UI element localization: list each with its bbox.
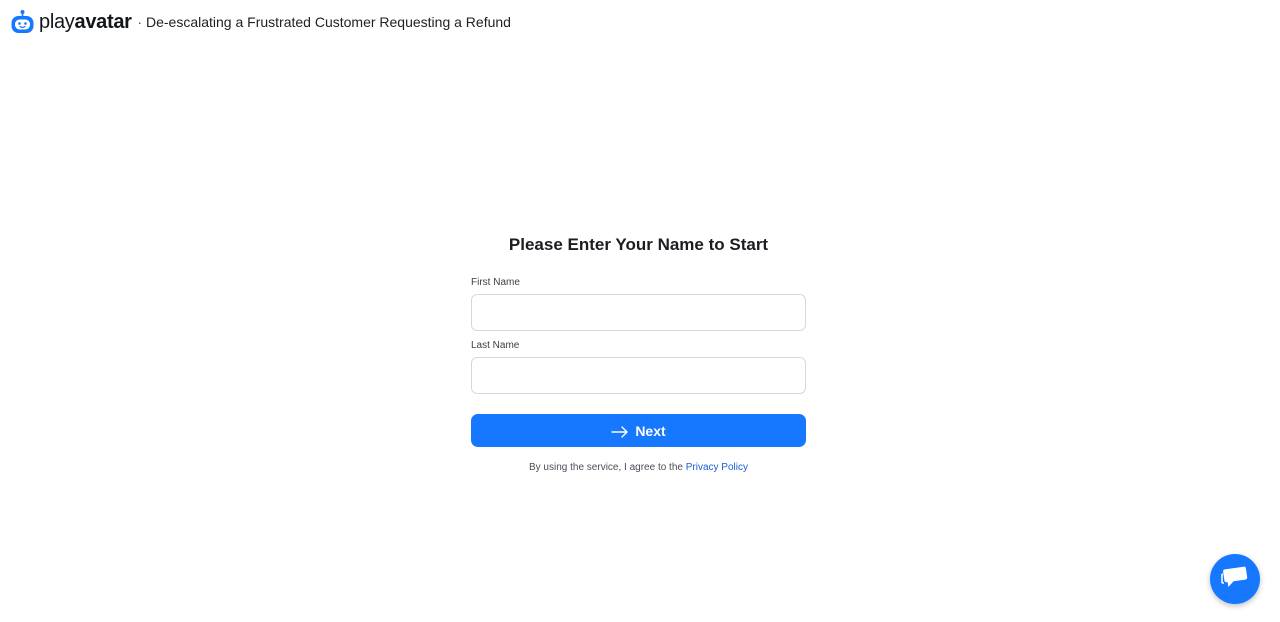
page: playavatar · De-escalating a Frustrated …	[0, 0, 1280, 622]
last-name-label: Last Name	[471, 340, 520, 351]
terms-notice: By using the service, I agree to the Pri…	[471, 461, 806, 475]
privacy-policy-link[interactable]: Privacy Policy	[686, 462, 748, 473]
next-button-label: Next	[635, 422, 666, 439]
chat-button[interactable]	[1210, 554, 1260, 604]
brand-text-play: play	[39, 11, 75, 33]
brand-text-avatar: avatar	[74, 11, 132, 33]
form-title: Please Enter Your Name to Start	[508, 235, 769, 254]
chat-bubble-icon	[1221, 565, 1249, 594]
next-button[interactable]: Next	[471, 414, 806, 447]
name-form: Please Enter Your Name to Start First Na…	[471, 232, 806, 475]
first-name-input[interactable]	[471, 294, 806, 331]
robot-face-icon[interactable]	[10, 9, 35, 35]
brand-logo-text[interactable]: playavatar	[39, 8, 132, 36]
terms-text: By using the service, I agree to the	[528, 462, 683, 473]
arrow-right-icon	[611, 425, 629, 438]
header-separator: ·	[137, 14, 142, 30]
last-name-input[interactable]	[471, 357, 806, 394]
scenario-title: De-escalating a Frustrated Customer Requ…	[145, 14, 511, 30]
header: playavatar · De-escalating a Frustrated …	[10, 8, 511, 36]
first-name-label: First Name	[471, 277, 520, 288]
